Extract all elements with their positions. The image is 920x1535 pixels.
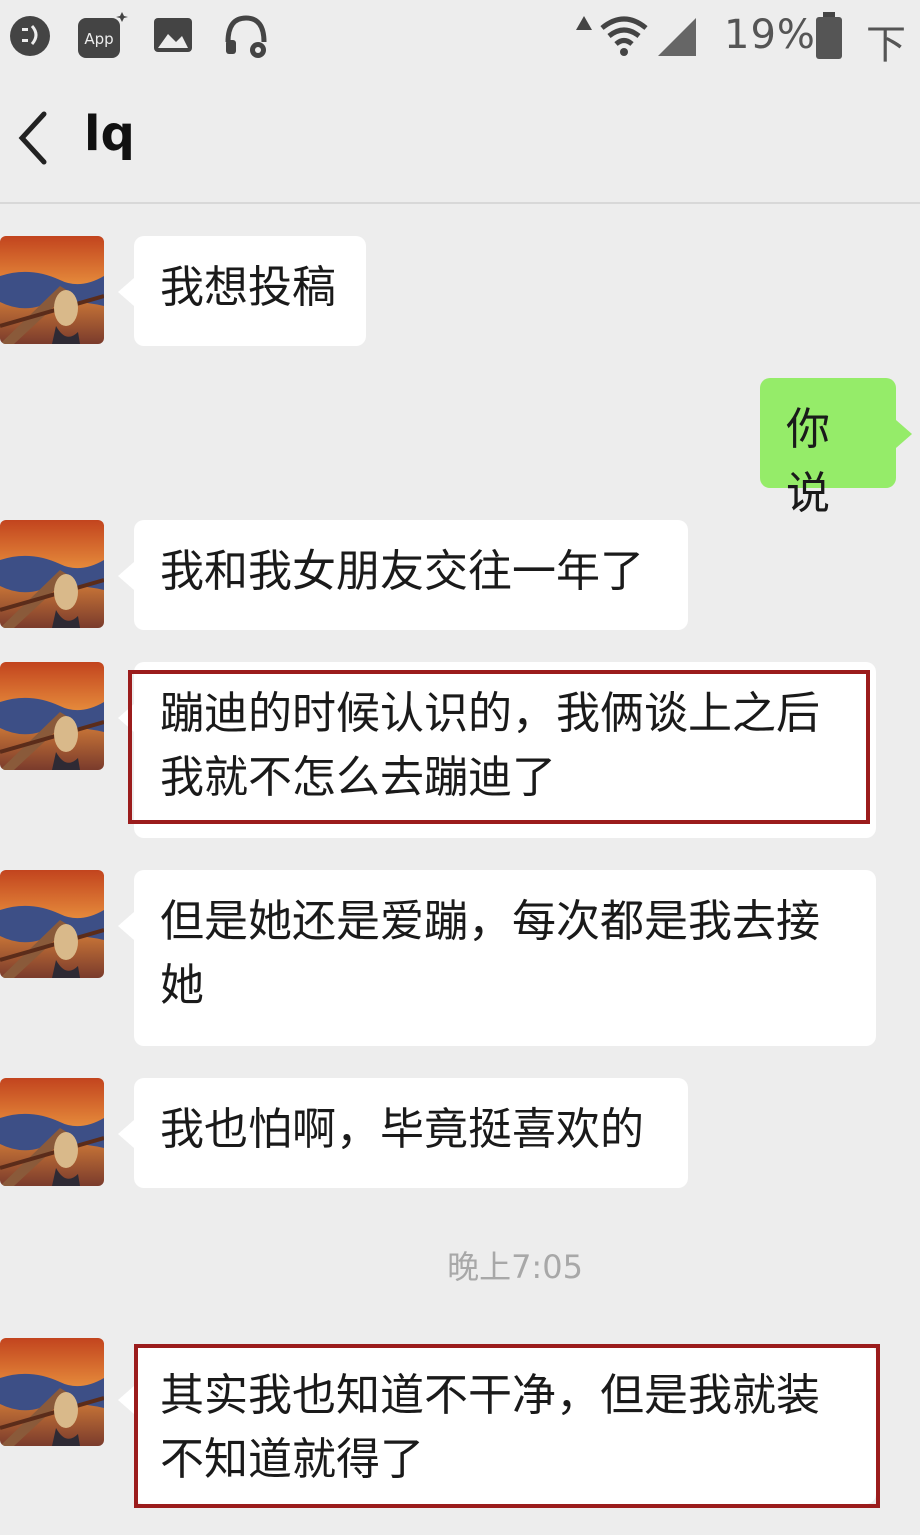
message-text: 你说 — [786, 404, 830, 519]
chat-header: lq — [0, 78, 920, 204]
signal-up-arrow-icon — [576, 16, 592, 30]
message-text: 我想投稿 — [160, 262, 336, 313]
chat-bubble-icon — [10, 16, 50, 56]
message-bubble[interactable]: 我想投稿 — [118, 236, 366, 346]
contact-avatar[interactable] — [0, 236, 104, 344]
contact-avatar[interactable] — [0, 1078, 104, 1186]
headset-settings-icon — [225, 15, 267, 58]
message-bubble[interactable]: 我也怕啊，毕竟挺喜欢的 — [118, 1078, 688, 1188]
message-text: 其实我也知道不干净，但是我就装不知道就得了 — [160, 1370, 820, 1485]
contact-avatar[interactable] — [0, 870, 104, 978]
gallery-icon — [154, 18, 192, 52]
cellular-signal-icon — [658, 18, 696, 56]
message-bubble[interactable]: 我和我女朋友交往一年了 — [118, 520, 688, 630]
status-bar: App 19% 下午 — [0, 0, 920, 126]
message-text: 我和我女朋友交往一年了 — [160, 546, 644, 597]
contact-avatar[interactable] — [0, 662, 104, 770]
app-store-icon: App — [78, 12, 128, 58]
message-bubble[interactable]: 但是她还是爱蹦，每次都是我去接她 — [118, 870, 876, 1046]
back-arrow-icon[interactable] — [12, 108, 52, 168]
contact-avatar[interactable] — [0, 520, 104, 628]
message-text: 我也怕啊，毕竟挺喜欢的 — [160, 1104, 644, 1155]
app-icon-label: App — [84, 30, 113, 48]
battery-percentage: 19% — [724, 12, 816, 58]
contact-avatar[interactable] — [0, 1338, 104, 1446]
message-bubble[interactable]: 其实我也知道不干净，但是我就装不知道就得了 — [118, 1344, 876, 1504]
chat-title: lq — [84, 106, 135, 162]
message-bubble[interactable]: 蹦迪的时候认识的，我俩谈上之后我就不怎么去蹦迪了 — [118, 662, 876, 838]
message-text: 蹦迪的时候认识的，我俩谈上之后我就不怎么去蹦迪了 — [160, 688, 820, 803]
message-text: 但是她还是爱蹦，每次都是我去接她 — [160, 896, 820, 1011]
battery-icon — [816, 12, 842, 59]
message-bubble-outgoing[interactable]: 你说 — [760, 378, 912, 519]
wifi-icon — [600, 16, 648, 56]
message-timestamp: 晚上7:05 — [447, 1248, 583, 1286]
